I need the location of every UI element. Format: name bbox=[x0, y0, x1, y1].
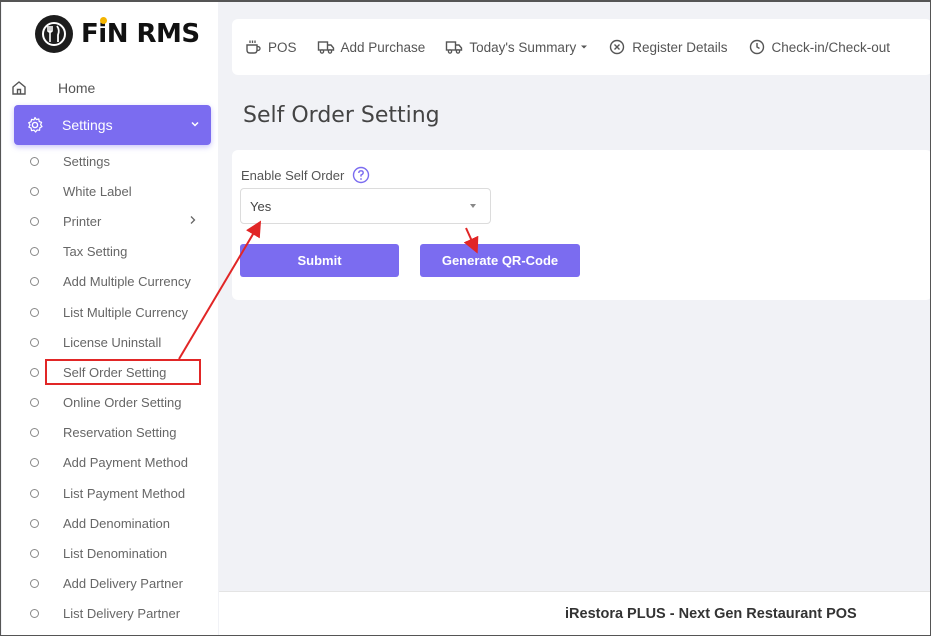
truck-icon bbox=[317, 41, 334, 54]
generate-qr-code-button[interactable]: Generate QR-Code bbox=[420, 244, 580, 277]
sidebar: Fi N RMS Home Settings Settings White Labe… bbox=[2, 2, 218, 635]
sidebar-subitem-label: Printer bbox=[63, 213, 102, 229]
annotation-highlight-box bbox=[45, 359, 201, 385]
circle-bullet-icon bbox=[30, 458, 39, 468]
nav-todays-summary[interactable]: Today's Summary bbox=[445, 38, 588, 56]
sidebar-subitem[interactable]: Settings bbox=[2, 146, 218, 176]
circle-bullet-icon bbox=[30, 428, 39, 438]
circle-bullet-icon bbox=[30, 488, 39, 498]
sidebar-item-settings[interactable]: Settings bbox=[14, 105, 211, 145]
page-title: Self Order Setting bbox=[243, 103, 440, 128]
restaurant-logo-icon bbox=[35, 15, 73, 53]
sidebar-item-label: Home bbox=[58, 80, 96, 96]
sidebar-subitem[interactable]: License Uninstall bbox=[2, 327, 218, 357]
brand-name: Fi N RMS bbox=[81, 17, 200, 49]
app-window: Fi N RMS Home Settings Settings White Labe… bbox=[0, 0, 931, 636]
sidebar-subitem[interactable]: List Denomination bbox=[2, 538, 218, 568]
nav-add-purchase[interactable]: Add Purchase bbox=[317, 38, 425, 56]
top-navigation: POS Add Purchase Today's Summary Registe… bbox=[232, 19, 930, 75]
nav-register-details[interactable]: Register Details bbox=[608, 38, 728, 56]
circle-bullet-icon bbox=[30, 579, 39, 589]
settings-card: Enable Self Order Yes Submit Generate QR… bbox=[232, 150, 930, 300]
submit-button[interactable]: Submit bbox=[240, 244, 399, 277]
brand-logo[interactable]: Fi N RMS bbox=[35, 12, 215, 56]
circle-bullet-icon bbox=[30, 609, 39, 619]
circle-bullet-icon bbox=[30, 247, 39, 257]
close-circle-icon bbox=[610, 39, 625, 55]
enable-self-order-select[interactable]: Yes bbox=[240, 188, 491, 224]
circle-bullet-icon bbox=[30, 337, 39, 347]
sidebar-subitem[interactable]: White Label bbox=[2, 176, 218, 206]
sidebar-item-label: Settings bbox=[62, 117, 113, 133]
sidebar-subitem-label: Reservation Setting bbox=[63, 425, 177, 441]
truck-icon bbox=[446, 41, 463, 54]
circle-bullet-icon bbox=[30, 307, 39, 317]
sidebar-subitem-label: Add Payment Method bbox=[63, 455, 189, 471]
chevron-down-icon bbox=[191, 121, 199, 127]
sidebar-subitem-label: White Label bbox=[63, 183, 132, 199]
home-icon bbox=[12, 81, 26, 95]
caret-down-icon bbox=[470, 204, 476, 208]
circle-bullet-icon bbox=[30, 367, 39, 377]
clock-icon bbox=[749, 39, 764, 55]
nav-check-in-out[interactable]: Check-in/Check-out bbox=[748, 38, 890, 56]
sidebar-subitem[interactable]: Printer bbox=[2, 206, 218, 236]
sidebar-subitem-label: List Delivery Partner bbox=[63, 606, 181, 622]
settings-submenu: Settings White Label Printer Tax Setting Add… bbox=[2, 146, 218, 629]
sidebar-subitem-label: Add Denomination bbox=[63, 515, 170, 531]
sidebar-subitem[interactable]: List Payment Method bbox=[2, 478, 218, 508]
enable-self-order-label: Enable Self Order bbox=[241, 166, 370, 184]
sidebar-subitem[interactable]: Add Multiple Currency bbox=[2, 267, 218, 297]
sidebar-subitem[interactable]: Tax Setting bbox=[2, 237, 218, 267]
gear-icon bbox=[28, 116, 43, 133]
help-icon[interactable] bbox=[352, 166, 370, 184]
coffee-cup-icon bbox=[246, 40, 261, 54]
circle-bullet-icon bbox=[30, 216, 39, 226]
sidebar-subitem[interactable]: Add Delivery Partner bbox=[2, 569, 218, 599]
circle-bullet-icon bbox=[30, 549, 39, 559]
footer-text: iRestora PLUS - Next Gen Restaurant POS bbox=[565, 606, 857, 622]
chevron-right-icon bbox=[190, 216, 196, 225]
sidebar-item-home[interactable]: Home bbox=[8, 75, 212, 101]
sidebar-subitem[interactable]: Add Payment Method bbox=[2, 448, 218, 478]
sidebar-subitem-label: List Multiple Currency bbox=[63, 304, 188, 320]
caret-down-icon bbox=[581, 45, 588, 49]
sidebar-subitem[interactable]: List Delivery Partner bbox=[2, 599, 218, 629]
sidebar-subitem-label: Add Multiple Currency bbox=[63, 274, 191, 290]
sidebar-subitem-label: Add Delivery Partner bbox=[63, 576, 183, 592]
footer: iRestora PLUS - Next Gen Restaurant POS bbox=[219, 591, 930, 635]
sidebar-subitem-label: License Uninstall bbox=[63, 334, 162, 350]
sidebar-subitem-label: List Denomination bbox=[63, 546, 168, 562]
sidebar-subitem[interactable]: Add Denomination bbox=[2, 508, 218, 538]
circle-bullet-icon bbox=[30, 186, 39, 196]
circle-bullet-icon bbox=[30, 398, 39, 408]
nav-pos[interactable]: POS bbox=[244, 38, 297, 56]
sidebar-subitem[interactable]: Reservation Setting bbox=[2, 418, 218, 448]
sidebar-subitem-label: List Payment Method bbox=[63, 485, 186, 501]
sidebar-subitem-label: Settings bbox=[63, 153, 110, 169]
sidebar-subitem[interactable]: Online Order Setting bbox=[2, 388, 218, 418]
sidebar-subitem-label: Tax Setting bbox=[63, 244, 128, 260]
circle-bullet-icon bbox=[30, 518, 39, 528]
circle-bullet-icon bbox=[30, 156, 39, 166]
circle-bullet-icon bbox=[30, 277, 39, 287]
sidebar-subitem[interactable]: List Multiple Currency bbox=[2, 297, 218, 327]
sidebar-subitem-label: Online Order Setting bbox=[63, 395, 182, 411]
